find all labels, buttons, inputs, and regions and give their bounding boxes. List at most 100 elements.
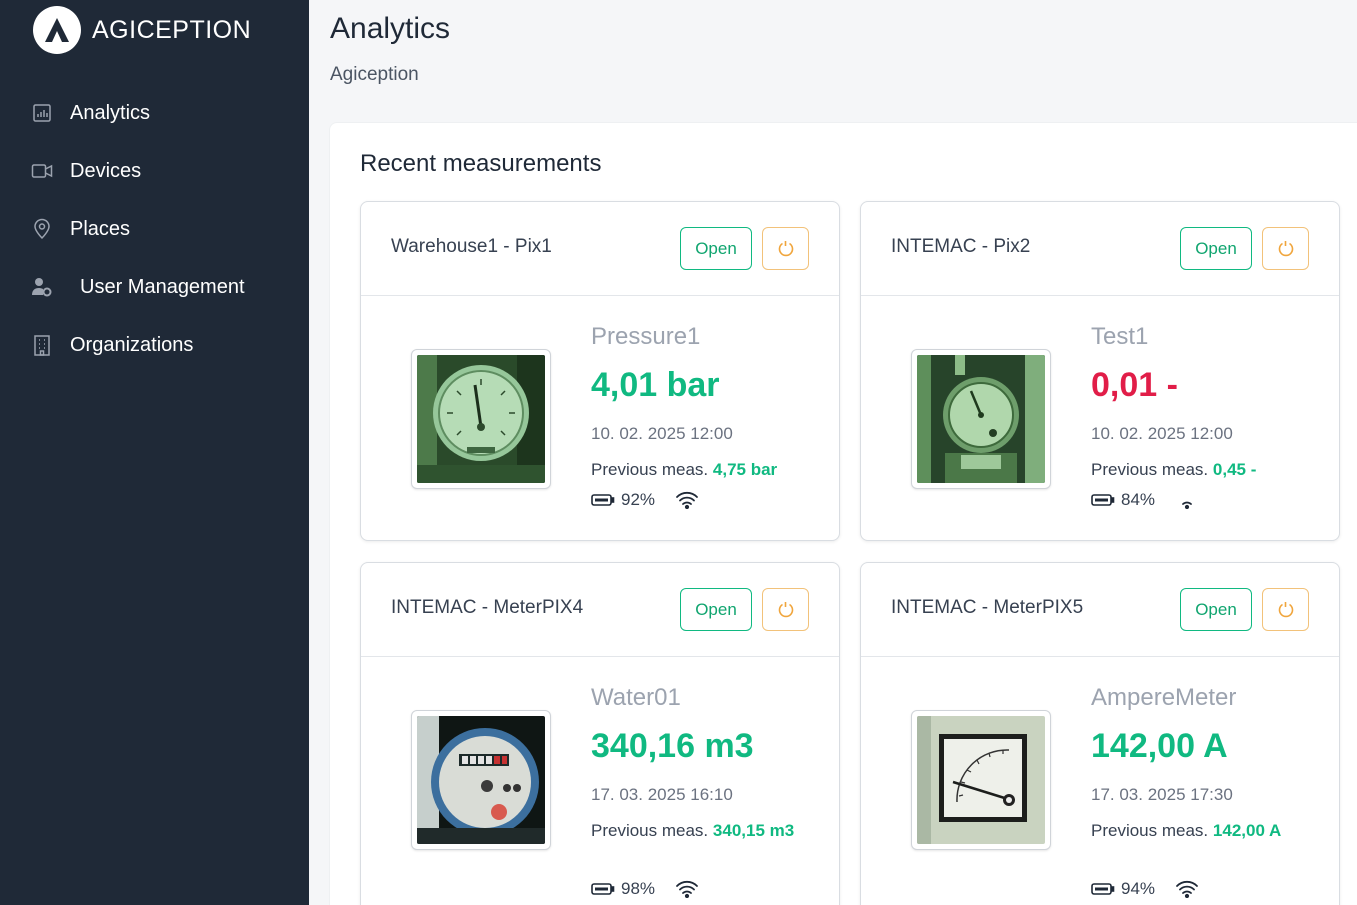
- battery-level: 92%: [621, 490, 656, 509]
- card-header: INTEMAC - MeterPIX4 Open: [361, 563, 839, 657]
- open-button[interactable]: Open: [1180, 588, 1252, 631]
- main-content: Analytics Agiception Recent measurements…: [309, 0, 1357, 905]
- sidebar-item-organizations[interactable]: Organizations: [0, 316, 309, 374]
- ampere-meter-photo: [917, 716, 1045, 844]
- previous-measurement: Previous meas. 340,15 m3: [591, 817, 801, 845]
- device-status: 92%: [591, 490, 699, 510]
- card-body: AmpereMeter 142,00 A 17. 03. 2025 17:30 …: [861, 657, 1339, 905]
- device-status: 84%: [1091, 490, 1199, 510]
- previous-value: 4,75 bar: [712, 460, 778, 479]
- device-name: INTEMAC - MeterPIX5: [891, 597, 1084, 618]
- sidebar-item-label: Devices: [70, 159, 142, 182]
- sidebar-item-label: Organizations: [70, 333, 194, 356]
- pressure-gauge-photo: [417, 355, 545, 483]
- open-button[interactable]: Open: [1180, 227, 1252, 270]
- previous-label: Previous meas.: [1091, 460, 1209, 479]
- refresh-button[interactable]: [1262, 588, 1309, 631]
- refresh-icon: [1278, 601, 1293, 617]
- refresh-button[interactable]: [1262, 227, 1309, 270]
- meter-thumbnail[interactable]: [411, 710, 551, 850]
- meter-thumbnail[interactable]: [911, 349, 1051, 489]
- app-logo[interactable]: AGICEPTION: [33, 6, 251, 54]
- refresh-button[interactable]: [762, 588, 809, 631]
- meter-thumbnail[interactable]: [911, 710, 1051, 850]
- battery-level: 84%: [1121, 490, 1156, 509]
- sensor-name: Test1: [1091, 323, 1149, 350]
- device-name: Warehouse1 - Pix1: [391, 236, 552, 257]
- recent-measurements-panel: Recent measurements Warehouse1 - Pix1 Op…: [329, 122, 1357, 905]
- battery-icon: [591, 493, 615, 507]
- measurement-timestamp: 10. 02. 2025 12:00: [591, 424, 733, 443]
- building-icon: [31, 334, 53, 356]
- wifi-weak-icon: [1175, 491, 1199, 509]
- page-subtitle: Agiception: [330, 64, 419, 85]
- sidebar-item-user-management[interactable]: User Management: [0, 258, 309, 316]
- wifi-icon: [675, 491, 699, 509]
- map-pin-icon: [31, 218, 53, 240]
- sidebar-item-label: Places: [70, 217, 131, 240]
- camera-icon: [31, 160, 53, 182]
- wifi-icon: [675, 880, 699, 898]
- previous-label: Previous meas.: [1091, 821, 1209, 840]
- card-body: Test1 0,01 - 10. 02. 2025 12:00 Previous…: [861, 296, 1339, 540]
- sensor-name: Water01: [591, 684, 681, 711]
- battery-level: 98%: [621, 879, 656, 898]
- water-meter-photo: [417, 716, 545, 844]
- measurement-timestamp: 10. 02. 2025 12:00: [1091, 424, 1233, 443]
- previous-measurement: Previous meas. 0,45 -: [1091, 456, 1301, 484]
- logo-icon: [33, 6, 81, 54]
- sidebar-item-analytics[interactable]: Analytics: [0, 84, 309, 142]
- previous-value: 340,15 m3: [712, 821, 795, 840]
- previous-label: Previous meas.: [591, 821, 709, 840]
- sidebar-item-label: Analytics: [70, 101, 151, 124]
- previous-measurement: Previous meas. 4,75 bar: [591, 456, 801, 484]
- card-body: Pressure1 4,01 bar 10. 02. 2025 12:00 Pr…: [361, 296, 839, 540]
- sidebar-item-places[interactable]: Places: [0, 200, 309, 258]
- battery-icon: [1091, 493, 1115, 507]
- measurement-card: INTEMAC - Pix2 Open Test1 0,01 - 10. 02.…: [860, 201, 1340, 541]
- card-body: Water01 340,16 m3 17. 03. 2025 16:10 Pre…: [361, 657, 839, 905]
- battery-icon: [1091, 882, 1115, 896]
- card-header: INTEMAC - Pix2 Open: [861, 202, 1339, 296]
- user-gear-icon: [31, 276, 53, 298]
- wifi-icon: [1175, 880, 1199, 898]
- device-name: INTEMAC - Pix2: [891, 236, 1031, 257]
- card-header: INTEMAC - MeterPIX5 Open: [861, 563, 1339, 657]
- refresh-icon: [1278, 240, 1293, 256]
- card-header: Warehouse1 - Pix1 Open: [361, 202, 839, 296]
- sidebar-item-devices[interactable]: Devices: [0, 142, 309, 200]
- measurement-card: Warehouse1 - Pix1 Open Pressure1 4,01 ba…: [360, 201, 840, 541]
- measurement-value: 4,01 bar: [591, 366, 720, 404]
- section-title: Recent measurements: [360, 150, 602, 177]
- sensor-name: Pressure1: [591, 323, 701, 350]
- previous-measurement: Previous meas. 142,00 A: [1091, 817, 1301, 845]
- brand-name: AGICEPTION: [92, 15, 252, 44]
- sidebar: AGICEPTION Analytics Devices Places User…: [0, 0, 309, 905]
- refresh-button[interactable]: [762, 227, 809, 270]
- measurement-value: 340,16 m3: [591, 727, 754, 765]
- page-title: Analytics: [330, 12, 451, 45]
- device-name: INTEMAC - MeterPIX4: [391, 597, 584, 618]
- meter-thumbnail[interactable]: [411, 349, 551, 489]
- device-status: 98%: [591, 879, 699, 899]
- battery-icon: [591, 882, 615, 896]
- chart-icon: [31, 102, 53, 124]
- previous-value: 0,45 -: [1212, 460, 1257, 479]
- measurement-card: INTEMAC - MeterPIX4 Open Water01 340,16 …: [360, 562, 840, 905]
- measurement-timestamp: 17. 03. 2025 16:10: [591, 785, 733, 804]
- measurement-card: INTEMAC - MeterPIX5 Open AmpereMeter 142…: [860, 562, 1340, 905]
- open-button[interactable]: Open: [680, 588, 752, 631]
- measurement-timestamp: 17. 03. 2025 17:30: [1091, 785, 1233, 804]
- measurement-value: 142,00 A: [1091, 727, 1228, 765]
- previous-value: 142,00 A: [1212, 821, 1282, 840]
- sensor-name: AmpereMeter: [1091, 684, 1237, 711]
- device-status: 94%: [1091, 879, 1199, 899]
- refresh-icon: [778, 601, 793, 617]
- sidebar-nav: Analytics Devices Places User Management…: [0, 84, 309, 374]
- gauge-photo: [917, 355, 1045, 483]
- open-button[interactable]: Open: [680, 227, 752, 270]
- previous-label: Previous meas.: [591, 460, 709, 479]
- sidebar-item-label: User Management: [80, 275, 245, 298]
- measurement-value: 0,01 -: [1091, 366, 1178, 404]
- refresh-icon: [778, 240, 793, 256]
